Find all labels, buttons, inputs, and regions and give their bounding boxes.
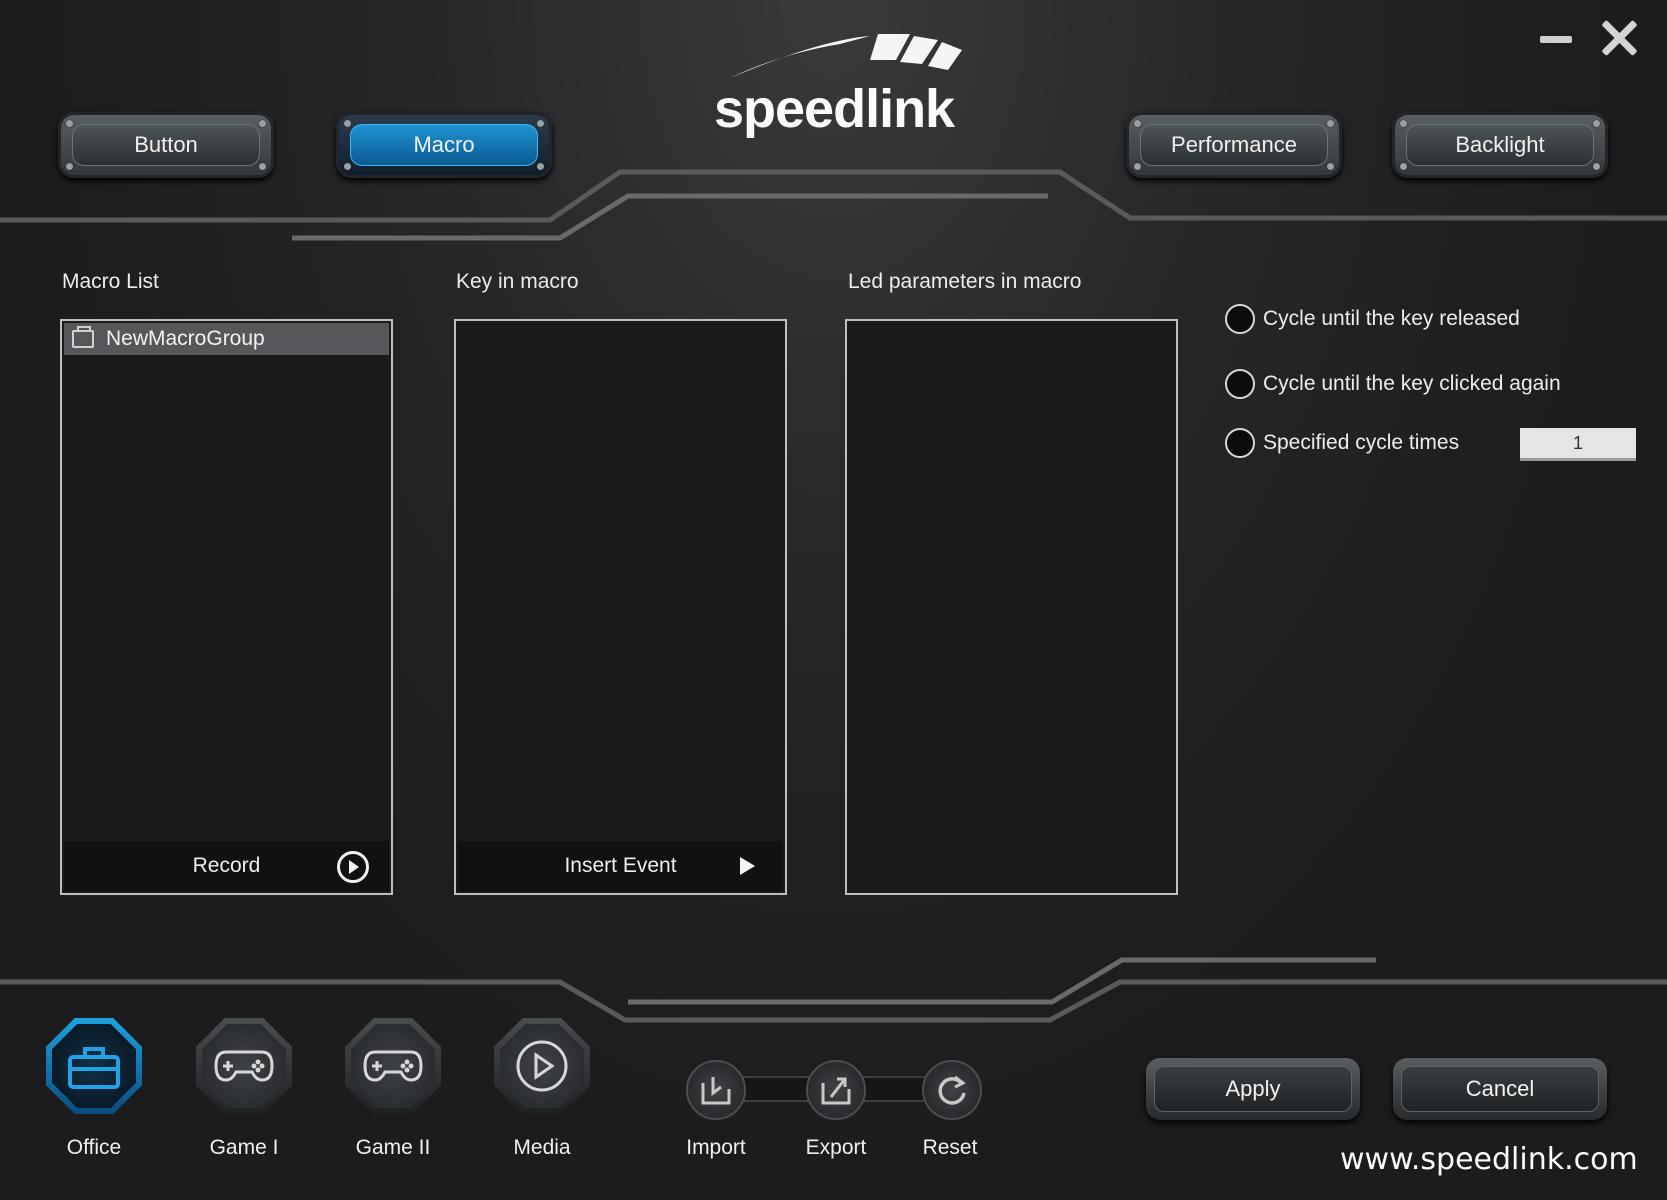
import-icon (701, 1077, 731, 1105)
apply-button[interactable]: Apply (1146, 1058, 1360, 1120)
top-divider (0, 169, 1667, 241)
radio-button[interactable] (1225, 428, 1255, 458)
profile-media[interactable] (494, 1018, 590, 1114)
specified-cycle-times-label: Specified cycle times (1263, 431, 1460, 454)
macro-list-panel: NewMacroGroup Record (60, 319, 393, 895)
profile-media-label: Media (513, 1136, 571, 1159)
cycle-times-input[interactable] (1520, 428, 1636, 461)
insert-event-button[interactable]: Insert Event (458, 841, 783, 891)
export-icon (821, 1077, 851, 1105)
macro-list-title: Macro List (62, 270, 159, 293)
import-button[interactable] (686, 1060, 746, 1120)
cancel-label: Cancel (1401, 1066, 1599, 1112)
reset-label: Reset (922, 1136, 978, 1159)
reset-button[interactable] (922, 1060, 982, 1120)
macro-group-label: NewMacroGroup (106, 327, 265, 350)
profile-game-2-label: Game II (355, 1136, 431, 1159)
key-in-macro-panel: Insert Event (454, 319, 787, 895)
radio-button[interactable] (1225, 369, 1255, 399)
export-button[interactable] (806, 1060, 866, 1120)
key-in-macro-title: Key in macro (456, 270, 579, 293)
profile-game-2[interactable] (345, 1018, 441, 1114)
play-circle-icon (337, 851, 369, 883)
logo-text: speedlink (714, 79, 955, 139)
profile-game-1[interactable] (196, 1018, 292, 1114)
play-icon (516, 1040, 568, 1092)
minimize-icon[interactable] (1536, 26, 1576, 56)
export-label: Export (805, 1136, 867, 1159)
cycle-until-released-label: Cycle until the key released (1263, 307, 1520, 330)
gamepad-icon (214, 1050, 274, 1082)
cycle-until-clicked-label: Cycle until the key clicked again (1263, 372, 1561, 395)
profile-game-1-label: Game I (209, 1136, 279, 1159)
record-label: Record (192, 854, 261, 877)
cycle-until-clicked-option[interactable]: Cycle until the key clicked again (1225, 369, 1561, 399)
import-label: Import (686, 1136, 746, 1159)
reset-icon (938, 1075, 966, 1105)
led-params-title: Led parameters in macro (848, 270, 1082, 293)
play-arrow-icon (740, 857, 755, 875)
macro-group-icon (72, 326, 94, 348)
close-icon[interactable] (1598, 16, 1638, 60)
gamepad-icon (363, 1050, 423, 1082)
specified-cycle-times-option[interactable]: Specified cycle times (1225, 428, 1459, 458)
cycle-until-released-option[interactable]: Cycle until the key released (1225, 304, 1520, 334)
led-params-panel (845, 319, 1178, 895)
radio-button[interactable] (1225, 304, 1255, 334)
profile-office[interactable] (46, 1018, 142, 1114)
profile-office-label: Office (66, 1136, 122, 1159)
speedlink-app-window: speedlink Button Macro Performance Backl… (0, 0, 1667, 1200)
toolbox-icon (68, 1047, 120, 1089)
speedlink-logo: speedlink (700, 30, 980, 140)
list-item[interactable]: NewMacroGroup (64, 323, 389, 355)
record-button[interactable]: Record (64, 841, 389, 891)
insert-event-label: Insert Event (564, 854, 677, 877)
cancel-button[interactable]: Cancel (1393, 1058, 1607, 1120)
website-link[interactable]: www.speedlink.com (1340, 1142, 1638, 1177)
apply-label: Apply (1154, 1066, 1352, 1112)
